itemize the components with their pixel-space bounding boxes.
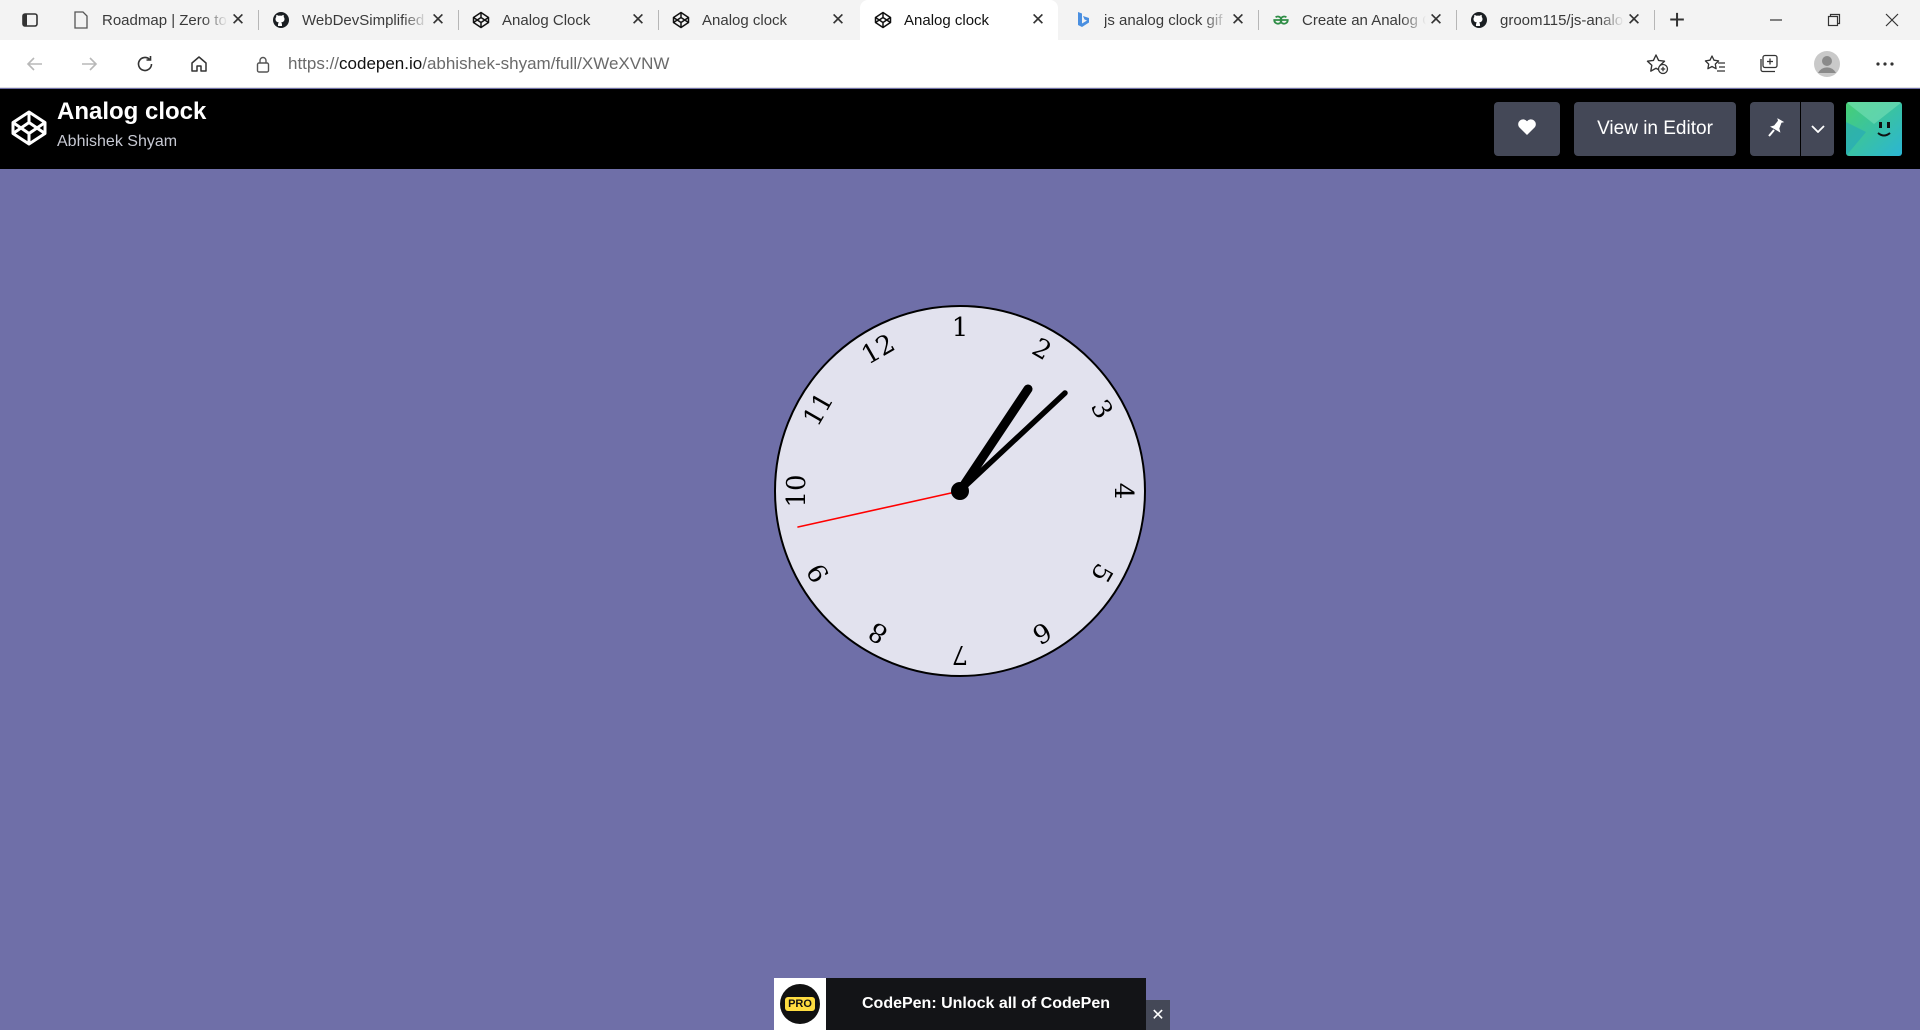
tab-label: WebDevSimplified — [302, 11, 425, 29]
tab-geeksforgeeks[interactable]: Create an Analog Clock ✕ — [1258, 0, 1457, 40]
tab-label: Analog clock — [702, 11, 788, 29]
close-tab-icon[interactable]: ✕ — [1426, 10, 1446, 30]
codepen-pro-banner[interactable]: PRO CodePen: Unlock all of CodePen — [774, 978, 1146, 1030]
address-bar[interactable]: https://codepen.io/abhishek-shyam/full/X… — [236, 46, 1680, 82]
bing-icon — [1074, 11, 1092, 29]
home-icon[interactable] — [182, 48, 216, 80]
pen-title: Analog clock — [57, 98, 207, 125]
tab-roadmap[interactable]: Roadmap | Zero to Mastery ✕ — [58, 0, 259, 40]
refresh-icon[interactable] — [128, 48, 162, 80]
close-tab-icon[interactable]: ✕ — [1624, 10, 1644, 30]
codepen-icon — [874, 11, 892, 29]
pin-button[interactable] — [1750, 102, 1800, 156]
tab-webdevsimplified[interactable]: WebDevSimplified ✕ — [258, 0, 459, 40]
tab-label: Analog Clock — [502, 11, 591, 29]
forward-arrow-icon[interactable] — [72, 48, 106, 80]
chevron-down-icon — [1810, 120, 1825, 138]
lock-icon[interactable] — [254, 55, 272, 73]
close-tab-icon[interactable]: ✕ — [428, 10, 448, 30]
pin-icon — [1765, 116, 1785, 143]
pro-badge-icon: PRO — [774, 978, 826, 1030]
tab-label: Analog clock — [904, 11, 990, 29]
user-avatar[interactable] — [1846, 102, 1902, 156]
clock-center-pin — [951, 482, 969, 500]
clock-numeral-7: 7 — [952, 639, 969, 669]
more-menu-icon[interactable] — [1868, 48, 1902, 80]
tab-label: js analog clock gif — [1104, 11, 1223, 29]
tab-analog-clock-2[interactable]: Analog clock ✕ — [658, 0, 858, 40]
codepen-header: Analog clock Abhishek Shyam View in Edit… — [0, 89, 1920, 169]
pro-banner-text: CodePen: Unlock all of CodePen — [861, 995, 1111, 1012]
tab-label: groom115/js-analog-clock — [1500, 11, 1624, 29]
close-tab-icon[interactable]: ✕ — [628, 10, 648, 30]
window-close-icon[interactable] — [1864, 0, 1920, 40]
tab-analog-clock-active[interactable]: Analog clock ✕ — [860, 0, 1058, 40]
back-arrow-icon[interactable] — [18, 48, 52, 80]
tab-actions-icon[interactable] — [12, 6, 48, 34]
clock-numeral-4: 4 — [1108, 483, 1138, 500]
tab-bing-search[interactable]: js analog clock gif ✕ — [1060, 0, 1259, 40]
codepen-icon — [672, 11, 690, 29]
codepen-icon — [472, 11, 490, 29]
github-icon — [1470, 11, 1488, 29]
profile-avatar-icon[interactable] — [1810, 48, 1844, 80]
pro-badge-label: PRO — [785, 997, 815, 1011]
tab-label: Create an Analog Clock — [1302, 11, 1426, 29]
collections-icon[interactable] — [1752, 48, 1786, 80]
favorites-icon[interactable] — [1698, 48, 1732, 80]
restore-icon[interactable] — [1806, 0, 1862, 40]
clock-numeral-10: 10 — [782, 474, 812, 507]
tab-label: Roadmap | Zero to Mastery — [102, 11, 228, 29]
view-in-editor-button[interactable]: View in Editor — [1574, 102, 1736, 156]
clock-face-svg: 123456789101112 — [774, 305, 1146, 677]
browser-tab-strip: Roadmap | Zero to Mastery ✕ WebDevSimpli… — [0, 0, 1920, 40]
new-tab-button[interactable]: + — [1660, 4, 1694, 36]
minimize-icon[interactable] — [1748, 0, 1804, 40]
like-button[interactable] — [1494, 102, 1560, 156]
close-banner-button[interactable]: ✕ — [1146, 1000, 1170, 1030]
close-tab-icon[interactable]: ✕ — [1228, 10, 1248, 30]
page-icon — [72, 11, 90, 29]
browser-toolbar: https://codepen.io/abhishek-shyam/full/X… — [0, 40, 1920, 88]
url-text: https://codepen.io/abhishek-shyam/full/X… — [288, 54, 670, 73]
add-favorite-icon[interactable] — [1644, 52, 1670, 76]
pin-options-dropdown[interactable] — [1801, 102, 1834, 156]
pen-author[interactable]: Abhishek Shyam — [57, 133, 177, 151]
geeksforgeeks-icon — [1272, 11, 1290, 29]
heart-icon — [1517, 118, 1537, 141]
close-tab-icon[interactable]: ✕ — [828, 10, 848, 30]
analog-clock: 1 2 3 4 5 6 7 8 9 10 11 12 — [773, 304, 1147, 678]
close-tab-icon[interactable]: ✕ — [1028, 10, 1048, 30]
tab-analog-clock-1[interactable]: Analog Clock ✕ — [458, 0, 659, 40]
clock-numeral-1: 1 — [952, 313, 969, 343]
tab-groom115-repo[interactable]: groom115/js-analog-clock ✕ — [1456, 0, 1655, 40]
close-tab-icon[interactable]: ✕ — [228, 10, 248, 30]
github-icon — [272, 11, 290, 29]
codepen-logo-icon[interactable] — [10, 109, 48, 147]
